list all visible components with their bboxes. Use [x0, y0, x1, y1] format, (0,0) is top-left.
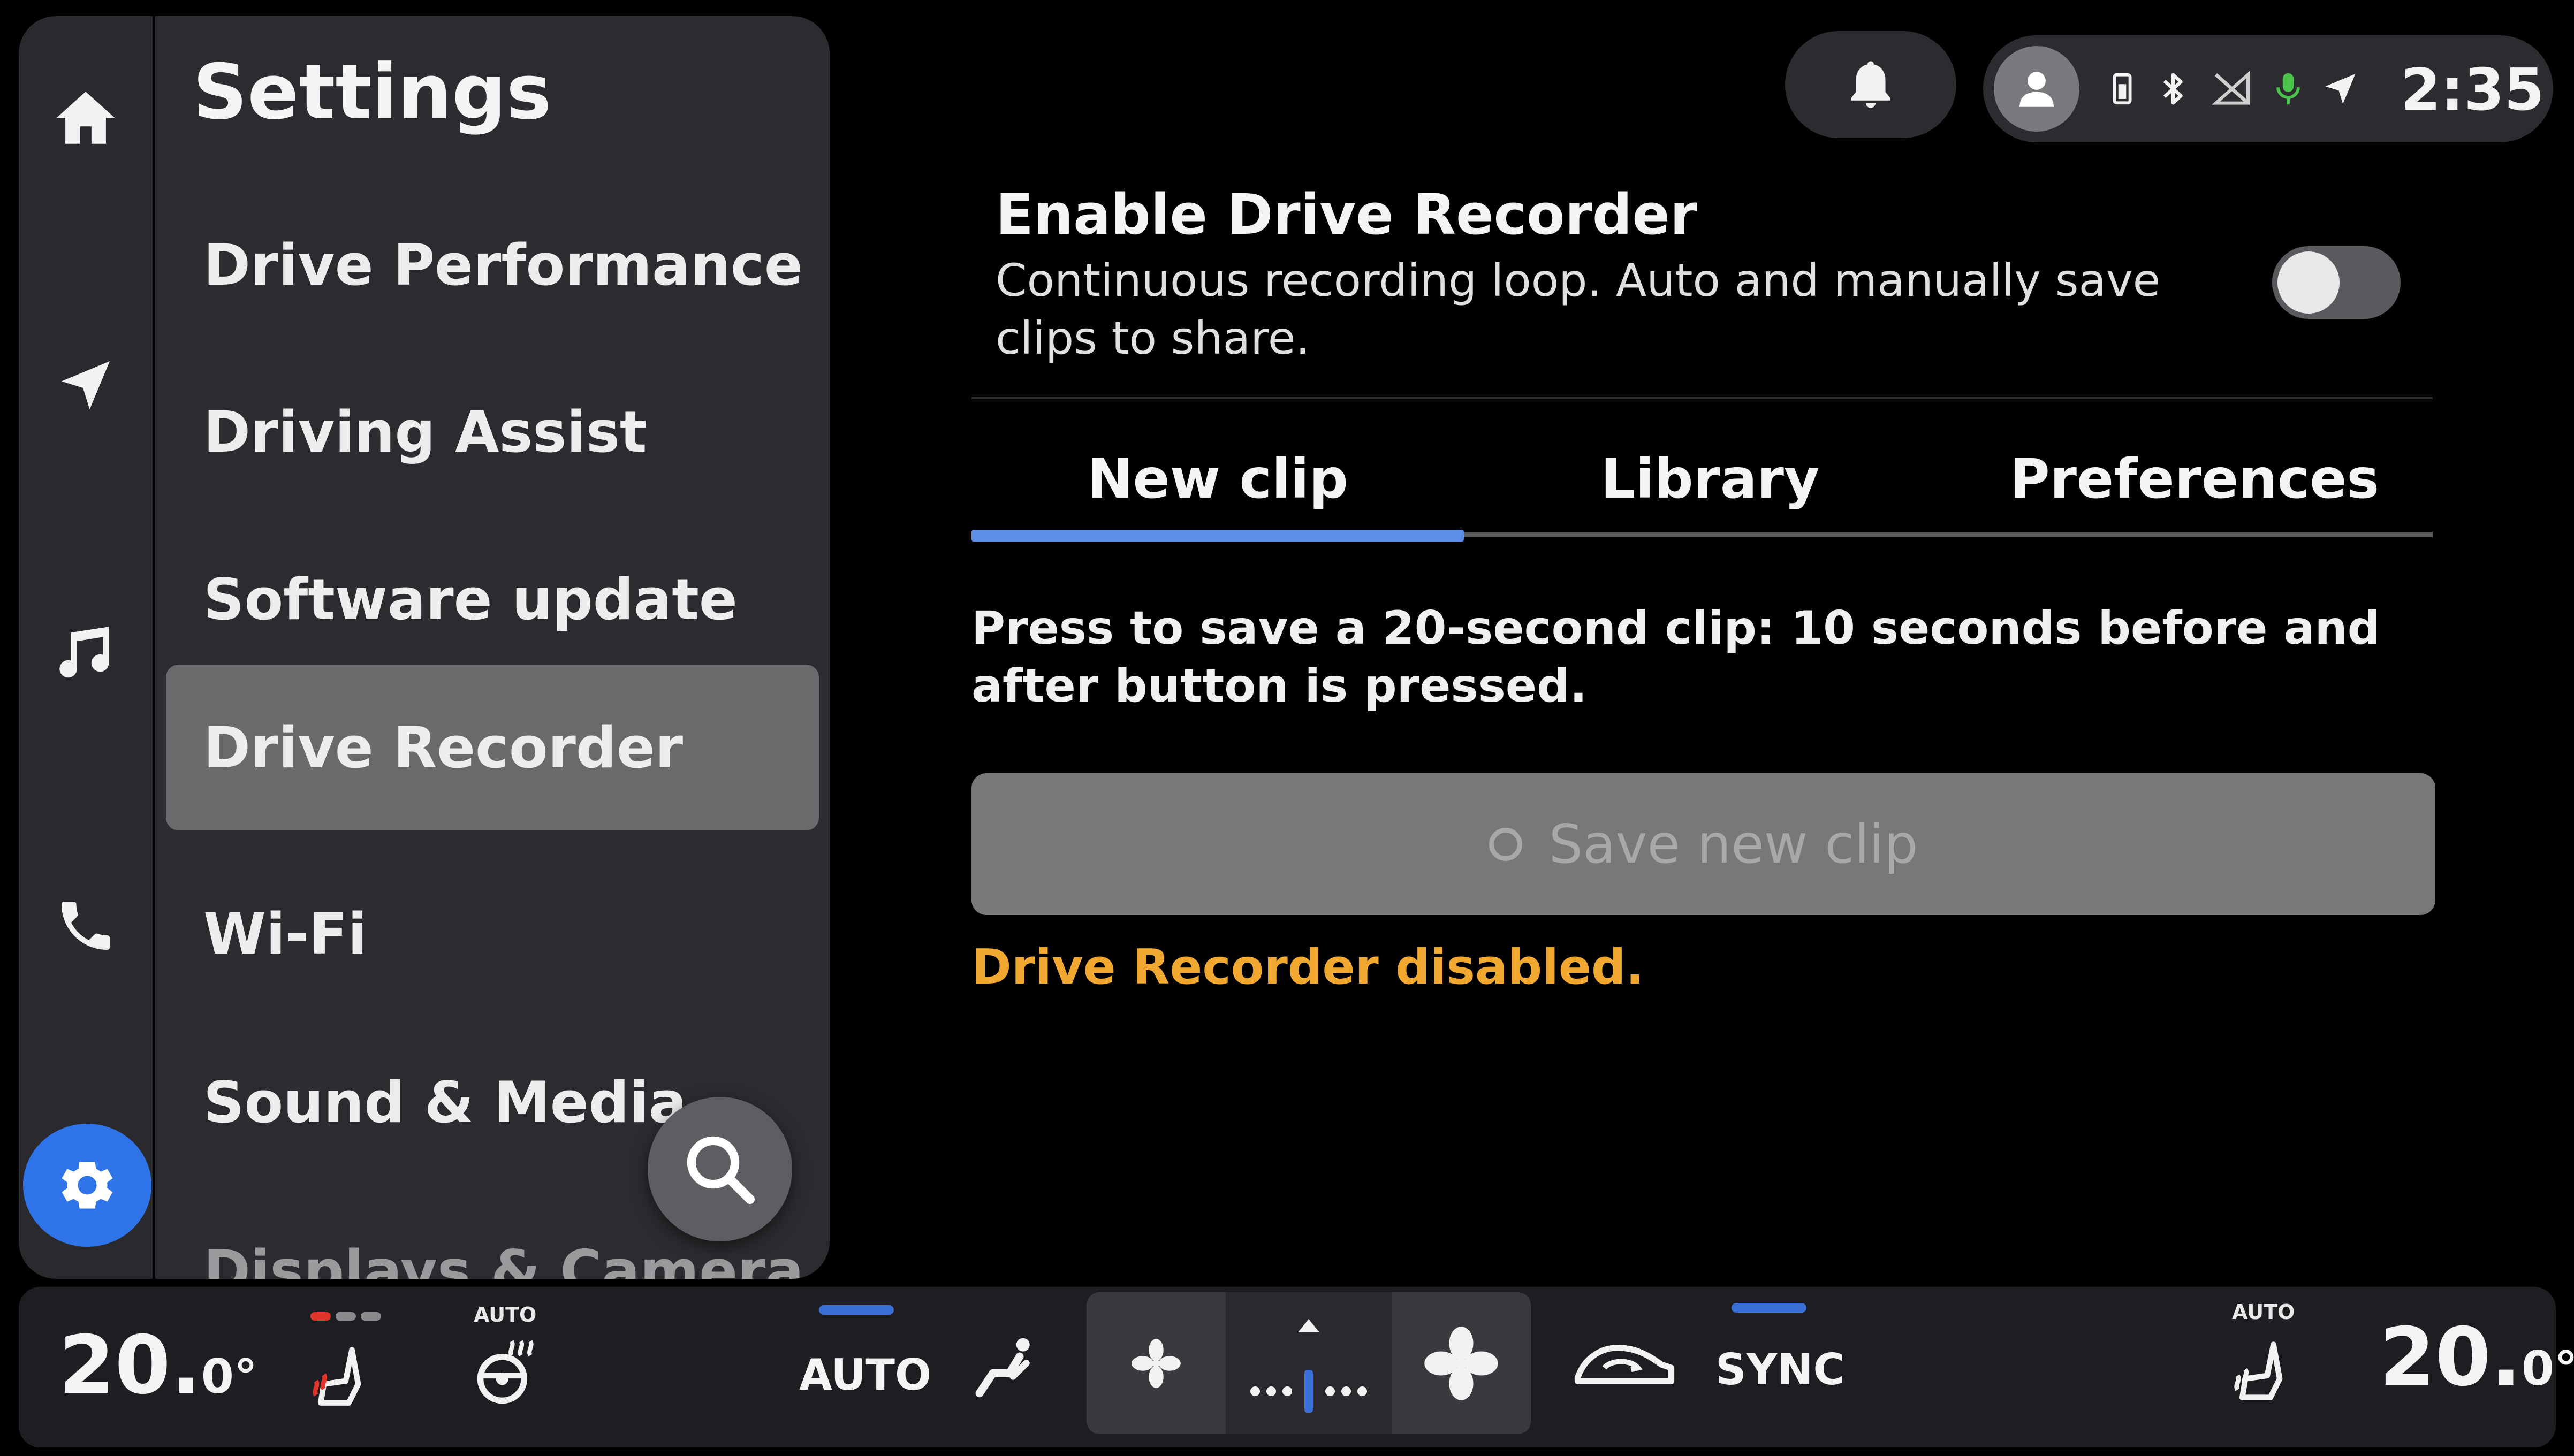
- menu-item-label: Software update: [203, 566, 738, 632]
- section-divider: [971, 397, 2433, 399]
- seat-heat-icon: [305, 1338, 380, 1418]
- fan-increase-button[interactable]: [1392, 1292, 1531, 1434]
- menu-item-drive-recorder[interactable]: Drive Recorder: [166, 665, 819, 830]
- notifications-button[interactable]: [1785, 31, 1956, 138]
- tab-new-clip[interactable]: New clip: [971, 423, 1464, 535]
- drive-recorder-status: Drive Recorder disabled.: [971, 939, 1644, 995]
- music-note-icon: [51, 618, 120, 688]
- enable-drive-recorder-title: Enable Drive Recorder: [996, 182, 1698, 247]
- nav-rail: [19, 16, 153, 1279]
- status-bar[interactable]: 2:35: [1983, 35, 2553, 142]
- navigation-button[interactable]: [19, 332, 153, 439]
- tab-preferences[interactable]: Preferences: [1956, 423, 2433, 535]
- left-temperature[interactable]: 20.0°: [59, 1319, 257, 1412]
- tab-label: Preferences: [2009, 447, 2380, 511]
- menu-item-drive-performance[interactable]: Drive Performance: [166, 182, 819, 348]
- phone-battery-icon: [2104, 67, 2141, 110]
- menu-item-label: Sound & Media: [203, 1069, 687, 1135]
- toggle-knob: [2277, 251, 2340, 314]
- settings-button[interactable]: [23, 1124, 151, 1247]
- menu-item-label: Displays & Camera: [203, 1238, 804, 1279]
- seat-heat-right-icon: [2227, 1330, 2302, 1415]
- fan-speed-slider-icon: [1236, 1303, 1381, 1426]
- menu-item-label: Drive Performance: [203, 232, 803, 298]
- phone-icon: [54, 894, 118, 958]
- sync-active-indicator: [1732, 1303, 1806, 1313]
- recirculation-icon[interactable]: [1571, 1324, 1678, 1405]
- tab-active-indicator: [971, 530, 1464, 542]
- search-icon: [680, 1129, 760, 1209]
- seat-heat-level-3: [361, 1312, 381, 1321]
- fan-control-group: [1087, 1292, 1531, 1434]
- bell-icon: [1841, 55, 1900, 114]
- tab-label: New clip: [1087, 447, 1348, 511]
- settings-menu-panel: Settings Drive Performance Driving Assis…: [155, 16, 830, 1279]
- steering-heat-icon: [471, 1332, 546, 1413]
- seat-auto-label: AUTO: [2232, 1300, 2295, 1324]
- seat-heat-level-1: [310, 1312, 331, 1321]
- clock: 2:35: [2401, 57, 2545, 124]
- record-circle-icon: [1489, 827, 1522, 861]
- climate-bar: 20.0° AUTO AUTO SYNC AUTO 20.0°: [19, 1287, 2574, 1447]
- no-signal-icon: [2208, 67, 2256, 110]
- sync-button[interactable]: SYNC: [1715, 1345, 1844, 1394]
- enable-drive-recorder-description: Continuous recording loop. Auto and manu…: [996, 254, 2161, 364]
- tab-library[interactable]: Library: [1464, 423, 1956, 535]
- home-button[interactable]: [19, 64, 153, 171]
- fan-decrease-button[interactable]: [1087, 1292, 1226, 1434]
- left-seat-heat-button[interactable]: [297, 1306, 383, 1429]
- location-arrow-icon: [2320, 67, 2360, 110]
- auto-active-indicator: [819, 1305, 894, 1315]
- microphone-icon: [2269, 67, 2307, 110]
- menu-item-label: Drive Recorder: [203, 714, 683, 781]
- seat-heat-level-2: [336, 1312, 356, 1321]
- menu-item-label: Wi-Fi: [203, 901, 367, 967]
- steering-heat-button[interactable]: AUTO: [458, 1303, 549, 1431]
- fan-speed-slider[interactable]: [1226, 1292, 1392, 1434]
- drive-recorder-tabs: New clip Library Preferences: [971, 423, 2433, 542]
- music-button[interactable]: [19, 599, 153, 706]
- steering-auto-label: AUTO: [474, 1303, 537, 1327]
- save-new-clip-label: Save new clip: [1548, 813, 1918, 875]
- fan-high-icon: [1421, 1323, 1501, 1404]
- enable-drive-recorder-toggle[interactable]: [2272, 246, 2401, 319]
- gear-icon: [55, 1153, 119, 1217]
- search-button[interactable]: [648, 1097, 792, 1241]
- phone-button[interactable]: [19, 872, 153, 979]
- bluetooth-icon: [2154, 67, 2192, 110]
- settings-title: Settings: [193, 48, 552, 136]
- save-clip-instruction: Press to save a 20-second clip: 10 secon…: [971, 601, 2381, 713]
- tab-label: Library: [1600, 447, 1820, 511]
- right-seat-heat-button[interactable]: AUTO: [2219, 1300, 2310, 1429]
- right-temperature[interactable]: 20.0°: [2379, 1311, 2574, 1404]
- menu-item-driving-assist[interactable]: Driving Assist: [166, 349, 819, 515]
- menu-item-label: Driving Assist: [203, 399, 647, 465]
- navigation-arrow-icon: [54, 353, 118, 417]
- airflow-icon[interactable]: [966, 1330, 1046, 1410]
- user-avatar-icon[interactable]: [1994, 46, 2079, 132]
- home-icon: [51, 83, 120, 153]
- menu-item-software-update[interactable]: Software update: [166, 516, 819, 682]
- save-new-clip-button[interactable]: Save new clip: [971, 773, 2435, 915]
- menu-item-wifi[interactable]: Wi-Fi: [166, 851, 819, 1017]
- auto-climate-button[interactable]: AUTO: [799, 1350, 931, 1400]
- fan-low-icon: [1127, 1334, 1186, 1393]
